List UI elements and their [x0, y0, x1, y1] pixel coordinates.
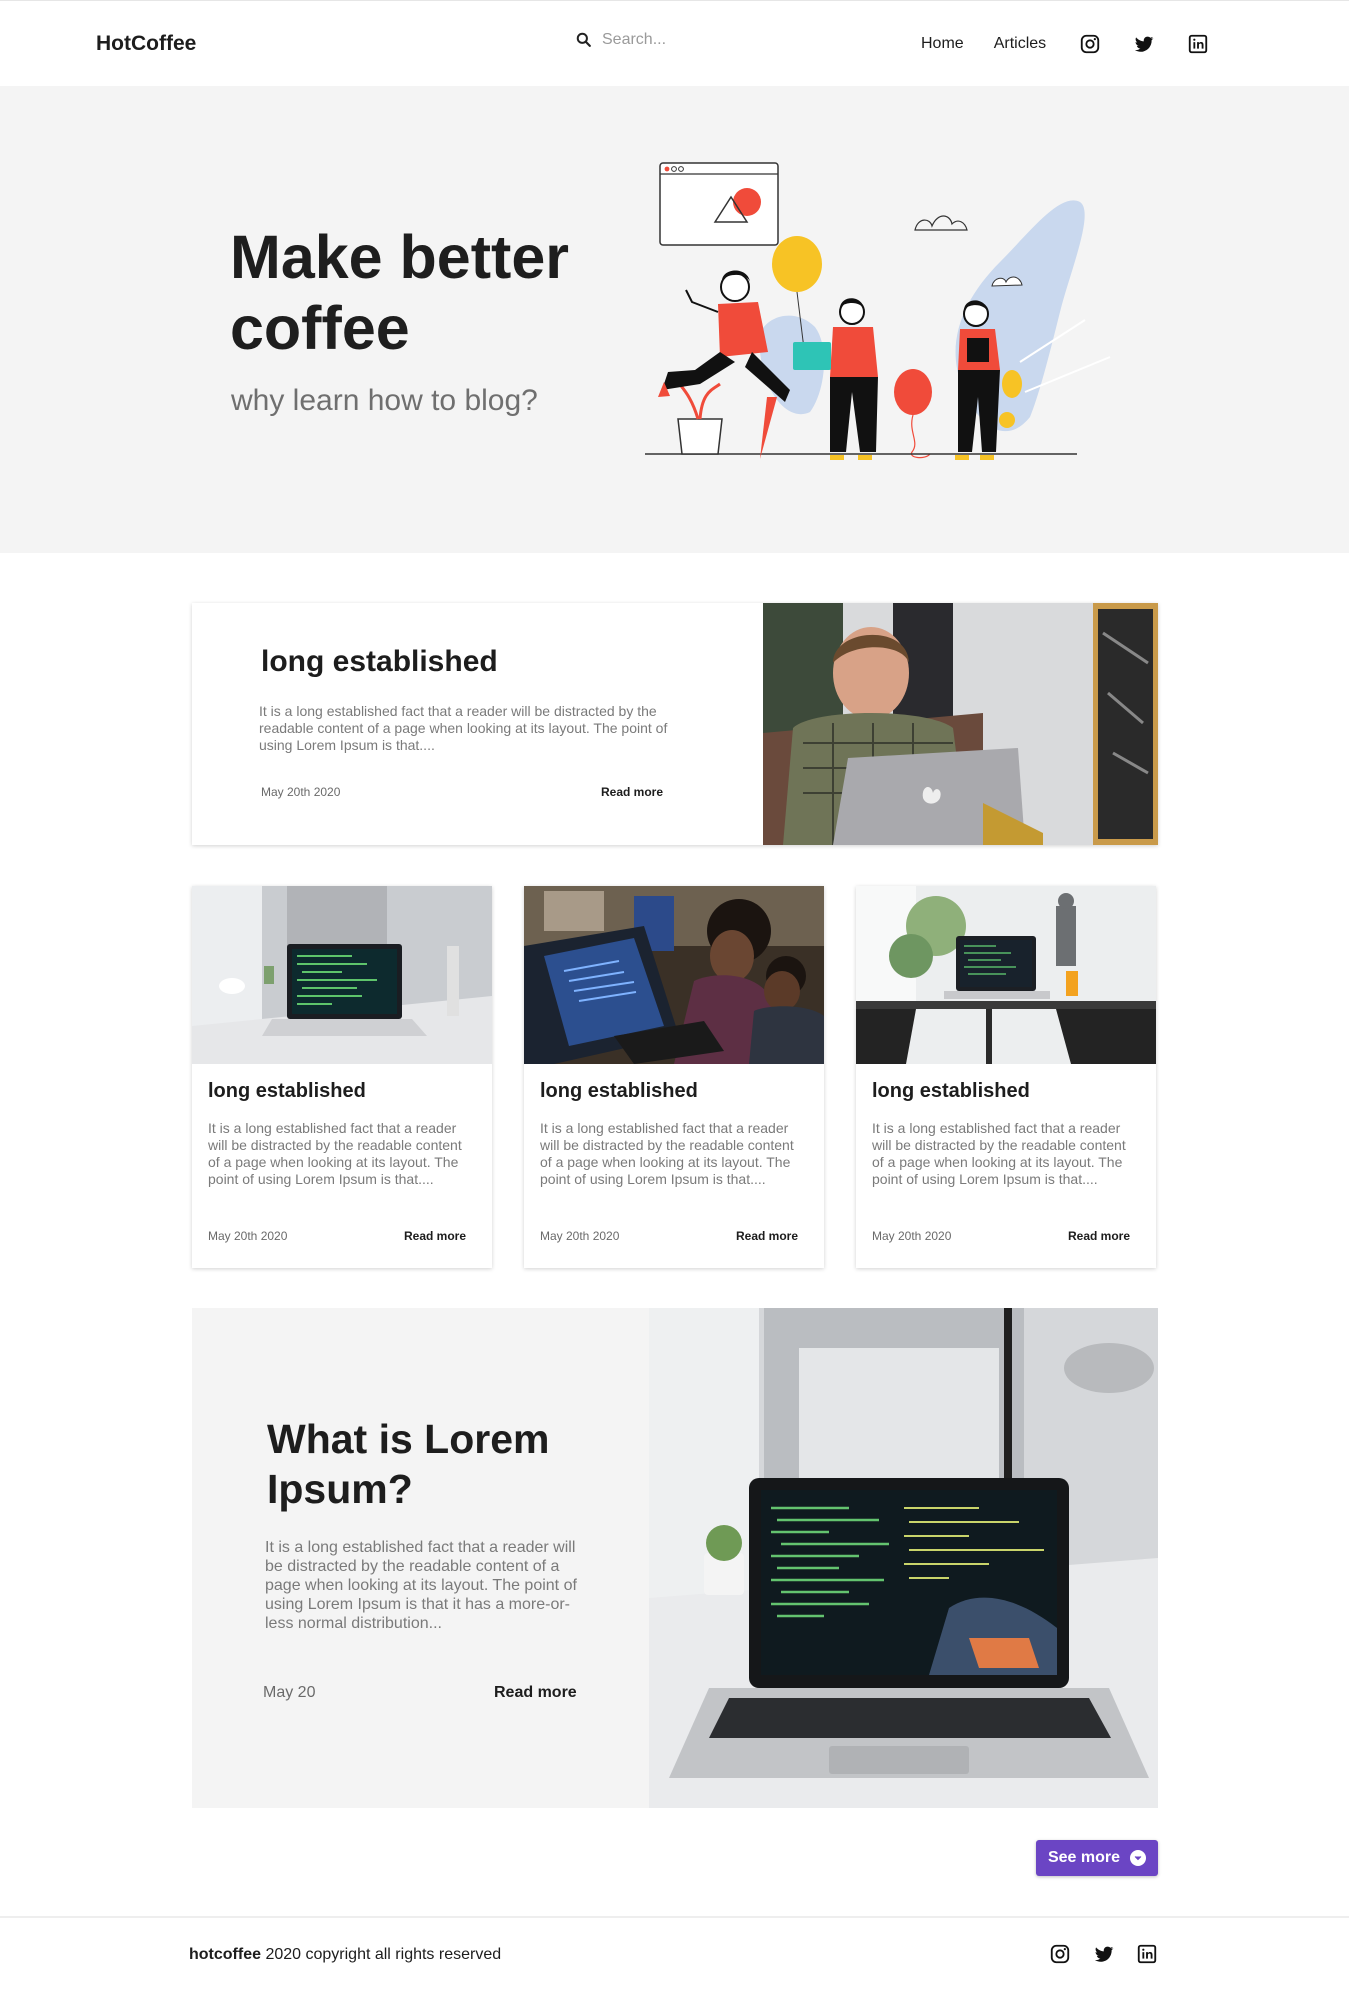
search-bar[interactable]: [574, 28, 834, 52]
article-card[interactable]: long established It is a long establishe…: [192, 886, 492, 1268]
featured-photo-man-with-laptop[interactable]: [763, 603, 1158, 845]
brand-logo[interactable]: HotCoffee: [96, 32, 196, 56]
see-more-label: See more: [1047, 1849, 1121, 1866]
linkedin-icon[interactable]: [1133, 1940, 1161, 1968]
hero-subtitle: why learn how to blog?: [231, 384, 538, 417]
card-read-more-link[interactable]: Read more: [1068, 1229, 1130, 1243]
hero-section: Make better coffee why learn how to blog…: [0, 86, 1349, 553]
instagram-icon[interactable]: [1046, 1940, 1074, 1968]
card-photo-laptop-desk[interactable]: [192, 886, 492, 1064]
site-header: HotCoffee Home Articles: [0, 0, 1349, 86]
article-card[interactable]: long established It is a long establishe…: [524, 886, 824, 1268]
twitter-icon[interactable]: [1090, 1940, 1118, 1968]
big-feature-title[interactable]: What is Lorem Ipsum?: [267, 1414, 567, 1514]
big-feature-read-more-link[interactable]: Read more: [494, 1684, 577, 1702]
article-card[interactable]: long established It is a long establishe…: [856, 886, 1156, 1268]
see-more-button[interactable]: See more: [1036, 1840, 1158, 1876]
big-feature-section: What is Lorem Ipsum? It is a long establ…: [192, 1308, 1158, 1808]
nav-home[interactable]: Home: [921, 35, 964, 53]
card-photo-cafe-laptop[interactable]: [856, 886, 1156, 1064]
featured-date: May 20th 2020: [261, 785, 341, 799]
big-feature-photo-laptop-code[interactable]: [649, 1308, 1158, 1808]
featured-excerpt: It is a long established fact that a rea…: [259, 703, 668, 753]
featured-read-more-link[interactable]: Read more: [601, 785, 663, 799]
card-read-more-link[interactable]: Read more: [736, 1229, 798, 1243]
nav-articles[interactable]: Articles: [994, 35, 1046, 53]
card-excerpt: It is a long established fact that a rea…: [208, 1120, 462, 1187]
footer-brand: hotcoffee: [189, 1946, 261, 1963]
big-feature-excerpt: It is a long established fact that a rea…: [265, 1539, 577, 1632]
card-date: May 20th 2020: [540, 1229, 620, 1243]
big-feature-date: May 20: [263, 1684, 316, 1701]
card-excerpt: It is a long established fact that a rea…: [540, 1120, 794, 1187]
card-date: May 20th 2020: [872, 1229, 952, 1243]
site-footer: hotcoffee 2020 copyright all rights rese…: [0, 1916, 1349, 1993]
card-read-more-link[interactable]: Read more: [404, 1229, 466, 1243]
hero-title: Make better coffee: [230, 223, 570, 362]
featured-title[interactable]: long established: [261, 645, 498, 679]
card-date: May 20th 2020: [208, 1229, 288, 1243]
footer-copyright: hotcoffee 2020 copyright all rights rese…: [189, 1946, 501, 1964]
search-icon: [576, 32, 591, 47]
card-title[interactable]: long established: [540, 1080, 698, 1103]
instagram-icon[interactable]: [1076, 30, 1104, 58]
card-excerpt: It is a long established fact that a rea…: [872, 1120, 1126, 1187]
main-nav: Home Articles: [921, 30, 1212, 58]
linkedin-icon[interactable]: [1184, 30, 1212, 58]
card-photo-people-coding[interactable]: [524, 886, 824, 1064]
card-title[interactable]: long established: [872, 1080, 1030, 1103]
team-illustration: [645, 162, 1111, 460]
footer-copyright-text: 2020 copyright all rights reserved: [261, 1946, 502, 1963]
featured-article-card[interactable]: long established It is a long establishe…: [192, 603, 1158, 845]
twitter-icon[interactable]: [1130, 30, 1158, 58]
chevron-down-icon: [1130, 1850, 1147, 1866]
card-title[interactable]: long established: [208, 1080, 366, 1103]
search-input[interactable]: [602, 31, 802, 49]
